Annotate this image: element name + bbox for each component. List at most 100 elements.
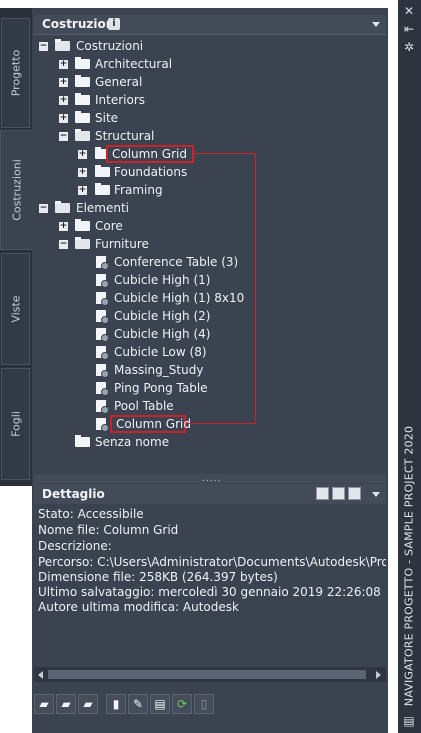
clipboard-icon[interactable]: ▮ <box>106 694 126 714</box>
element-file-icon <box>96 400 109 414</box>
tree-panel-menu-arrow-icon[interactable] <box>372 22 380 27</box>
tree-label: Ping Pong Table <box>114 381 208 395</box>
tree-panel-title: Costruzioni <box>42 17 119 31</box>
detail-filename: Nome file: Column Grid <box>38 523 179 537</box>
detail-panel-header: Dettaglio <box>34 484 386 504</box>
expand-icon[interactable]: + <box>59 60 68 69</box>
column-grid-element-highlight: Column Grid <box>110 415 191 433</box>
add-category-icon[interactable]: ▰ <box>34 694 54 714</box>
collapse-icon[interactable]: − <box>39 42 48 51</box>
tree-item-element-column-grid[interactable]: Column Grid <box>34 415 204 433</box>
palette-title-text: NAVIGATORE PROGETTO - SAMPLE PROJECT 202… <box>402 425 416 707</box>
detail-last-saved: Ultimo salvataggio: mercoledì 30 gennaio… <box>38 585 381 599</box>
expand-icon[interactable]: + <box>59 222 68 231</box>
tab-progetto-label: Progetto <box>9 49 22 97</box>
folder-open-icon <box>75 237 90 249</box>
tree-label: Interiors <box>95 93 146 107</box>
scroll-left-icon[interactable] <box>38 671 43 679</box>
properties-icon[interactable]: ✲ <box>402 40 416 54</box>
detail-description: Descrizione: <box>38 539 112 553</box>
tree-label: Costruzioni <box>76 39 144 53</box>
tree-label: Furniture <box>95 237 149 251</box>
tab-viste-label: Viste <box>9 295 22 323</box>
tree-label: Cubicle High (2) <box>114 309 211 323</box>
detail-panel-content: Stato: Accessibile Nome file: Column Gri… <box>34 506 386 666</box>
expand-icon[interactable]: + <box>78 186 87 195</box>
expand-icon[interactable]: + <box>59 114 68 123</box>
palette-menu-icon[interactable]: ▤ <box>402 714 416 728</box>
highlight-connector-vertical <box>255 153 256 423</box>
detail-last-author: Autore ultima modifica: Autodesk <box>38 600 239 614</box>
properties-table-icon[interactable]: ▤ <box>150 694 170 714</box>
folder-icon <box>75 219 90 231</box>
auto-hide-icon[interactable]: ⇤ <box>402 22 416 36</box>
close-icon[interactable]: ✕ <box>402 4 416 18</box>
collapse-icon[interactable]: − <box>39 204 48 213</box>
folder-icon <box>75 93 90 105</box>
element-file-icon <box>96 274 109 288</box>
add-element-icon[interactable]: ▰ <box>78 694 98 714</box>
element-file-icon <box>96 346 109 360</box>
detail-view-icon[interactable] <box>316 487 329 500</box>
element-file-icon <box>96 310 109 324</box>
info-icon[interactable]: i <box>108 18 120 30</box>
tree-label: Column Grid <box>116 417 191 431</box>
expand-icon[interactable]: + <box>59 78 68 87</box>
tree-label: Site <box>95 111 119 125</box>
collapse-icon[interactable]: − <box>59 240 68 249</box>
detail-panel-menu-arrow-icon[interactable] <box>372 492 380 497</box>
scroll-right-icon[interactable] <box>376 671 381 679</box>
element-file-icon <box>96 382 109 396</box>
tree-label: Cubicle High (1) 8x10 <box>114 291 245 305</box>
palette-vertical-title: NAVIGATORE PROGETTO - SAMPLE PROJECT 202… <box>401 416 417 716</box>
detail-panel-title: Dettaglio <box>42 487 105 501</box>
constructs-tree: − Costruzioni + Architectural + General … <box>34 36 386 474</box>
detail-horizontal-scrollbar[interactable] <box>34 667 386 682</box>
column-grid-highlight: Column Grid <box>106 145 194 163</box>
preview-view-icon[interactable] <box>332 487 345 500</box>
tree-label: Framing <box>114 183 163 197</box>
tab-fogli[interactable]: Fogli <box>1 368 30 480</box>
palette-toolbar: ▰ ▰ ▰ ▮ ✎ ▤ ⟳ ▯ <box>34 692 386 718</box>
tree-node-column-grid-construct[interactable]: + Column Grid <box>34 145 204 163</box>
tree-label: Core <box>95 219 123 233</box>
expand-icon[interactable]: + <box>78 150 87 159</box>
tree-label: Pool Table <box>114 399 174 413</box>
panel-splitter[interactable]: ..... <box>34 474 386 484</box>
tree-label: Column Grid <box>112 147 187 161</box>
folder-open-icon <box>55 39 70 51</box>
element-file-icon <box>96 364 109 378</box>
expand-icon[interactable]: + <box>59 96 68 105</box>
tab-progetto[interactable]: Progetto <box>1 18 30 128</box>
tree-label: Structural <box>95 129 155 143</box>
refresh-icon[interactable]: ⟳ <box>172 694 192 714</box>
scrollbar-thumb[interactable] <box>48 670 366 679</box>
tab-costruzioni[interactable]: Costruzioni <box>0 130 33 250</box>
tab-fogli-label: Fogli <box>9 411 22 437</box>
folder-open-icon <box>75 129 90 141</box>
project-navigator-palette: Progetto Costruzioni Viste Fogli Costruz… <box>0 0 421 733</box>
thumbnail-view-icon[interactable] <box>348 487 361 500</box>
tree-label: Foundations <box>114 165 188 179</box>
splitter-grip: ..... <box>202 474 222 484</box>
folder-open-icon <box>55 201 70 213</box>
expand-icon[interactable]: + <box>78 168 87 177</box>
side-tab-strip: Progetto Costruzioni Viste Fogli <box>0 8 33 486</box>
folder-icon <box>95 183 110 195</box>
add-construct-icon[interactable]: ▰ <box>56 694 76 714</box>
tab-viste[interactable]: Viste <box>1 253 30 365</box>
tree-panel-header: Costruzioni i <box>34 15 386 35</box>
highlight-connector-top <box>194 153 256 154</box>
folder-icon <box>95 165 110 177</box>
element-file-icon <box>96 328 109 342</box>
tree-label: Cubicle Low (8) <box>114 345 207 359</box>
tree-label: Conference Table (3) <box>114 255 239 269</box>
collapse-icon[interactable]: − <box>59 132 68 141</box>
tree-label: Cubicle High (1) <box>114 273 211 287</box>
tree-label: Senza nome <box>95 435 170 449</box>
folder-icon <box>75 435 90 447</box>
rename-icon[interactable]: ✎ <box>128 694 148 714</box>
element-file-icon <box>96 292 109 306</box>
highlight-connector-bottom <box>186 423 256 424</box>
element-file-icon <box>96 418 109 432</box>
